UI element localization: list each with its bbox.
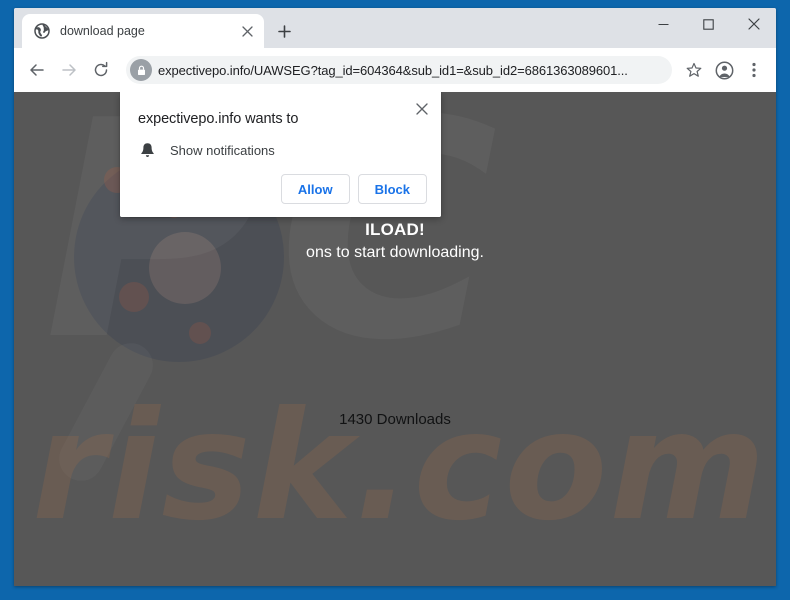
- close-icon[interactable]: [411, 98, 433, 120]
- reload-icon[interactable]: [86, 55, 116, 85]
- browser-tab[interactable]: download page: [22, 14, 264, 48]
- minimize-button[interactable]: [641, 8, 686, 40]
- desktop-background: download page expectivepo.info/UAWSEG?ta…: [0, 0, 790, 600]
- browser-menu-icon[interactable]: [740, 56, 768, 84]
- dialog-actions: Allow Block: [280, 174, 427, 204]
- maximize-button[interactable]: [686, 8, 731, 40]
- new-tab-button[interactable]: [270, 17, 298, 45]
- url-text: expectivepo.info/UAWSEG?tag_id=604364&su…: [158, 62, 628, 78]
- watermark-dot: [189, 322, 211, 344]
- downloads-count: 1430 Downloads: [339, 411, 451, 428]
- window-controls: [641, 8, 776, 40]
- tab-title: download page: [60, 24, 145, 38]
- forward-icon[interactable]: [54, 55, 84, 85]
- browser-window: download page expectivepo.info/UAWSEG?ta…: [14, 8, 776, 586]
- notification-permission-dialog: expectivepo.info wants to Show notificat…: [120, 92, 441, 217]
- watermark-dot: [119, 282, 149, 312]
- permission-label: Show notifications: [170, 142, 275, 158]
- bell-icon: [138, 141, 156, 159]
- close-icon[interactable]: [238, 22, 256, 40]
- allow-button[interactable]: Allow: [280, 174, 350, 204]
- globe-icon: [34, 23, 50, 39]
- dialog-title: expectivepo.info wants to: [138, 111, 299, 127]
- permission-row: Show notifications: [138, 141, 275, 159]
- tab-strip: download page: [14, 8, 776, 48]
- address-bar[interactable]: expectivepo.info/UAWSEG?tag_id=604364&su…: [126, 56, 672, 84]
- back-icon[interactable]: [22, 55, 52, 85]
- bookmark-star-icon[interactable]: [680, 56, 708, 84]
- watermark-blob: [149, 232, 221, 304]
- lock-icon[interactable]: [130, 59, 152, 81]
- page-subline: ons to start downloading.: [306, 244, 484, 261]
- page-viewport: PC risk.com ILOAD! ons to start download…: [14, 92, 776, 586]
- close-window-button[interactable]: [731, 8, 776, 40]
- browser-toolbar: expectivepo.info/UAWSEG?tag_id=604364&su…: [14, 48, 776, 92]
- page-headline: ILOAD!: [365, 220, 425, 239]
- block-button[interactable]: Block: [357, 174, 427, 204]
- profile-avatar-icon[interactable]: [710, 56, 738, 84]
